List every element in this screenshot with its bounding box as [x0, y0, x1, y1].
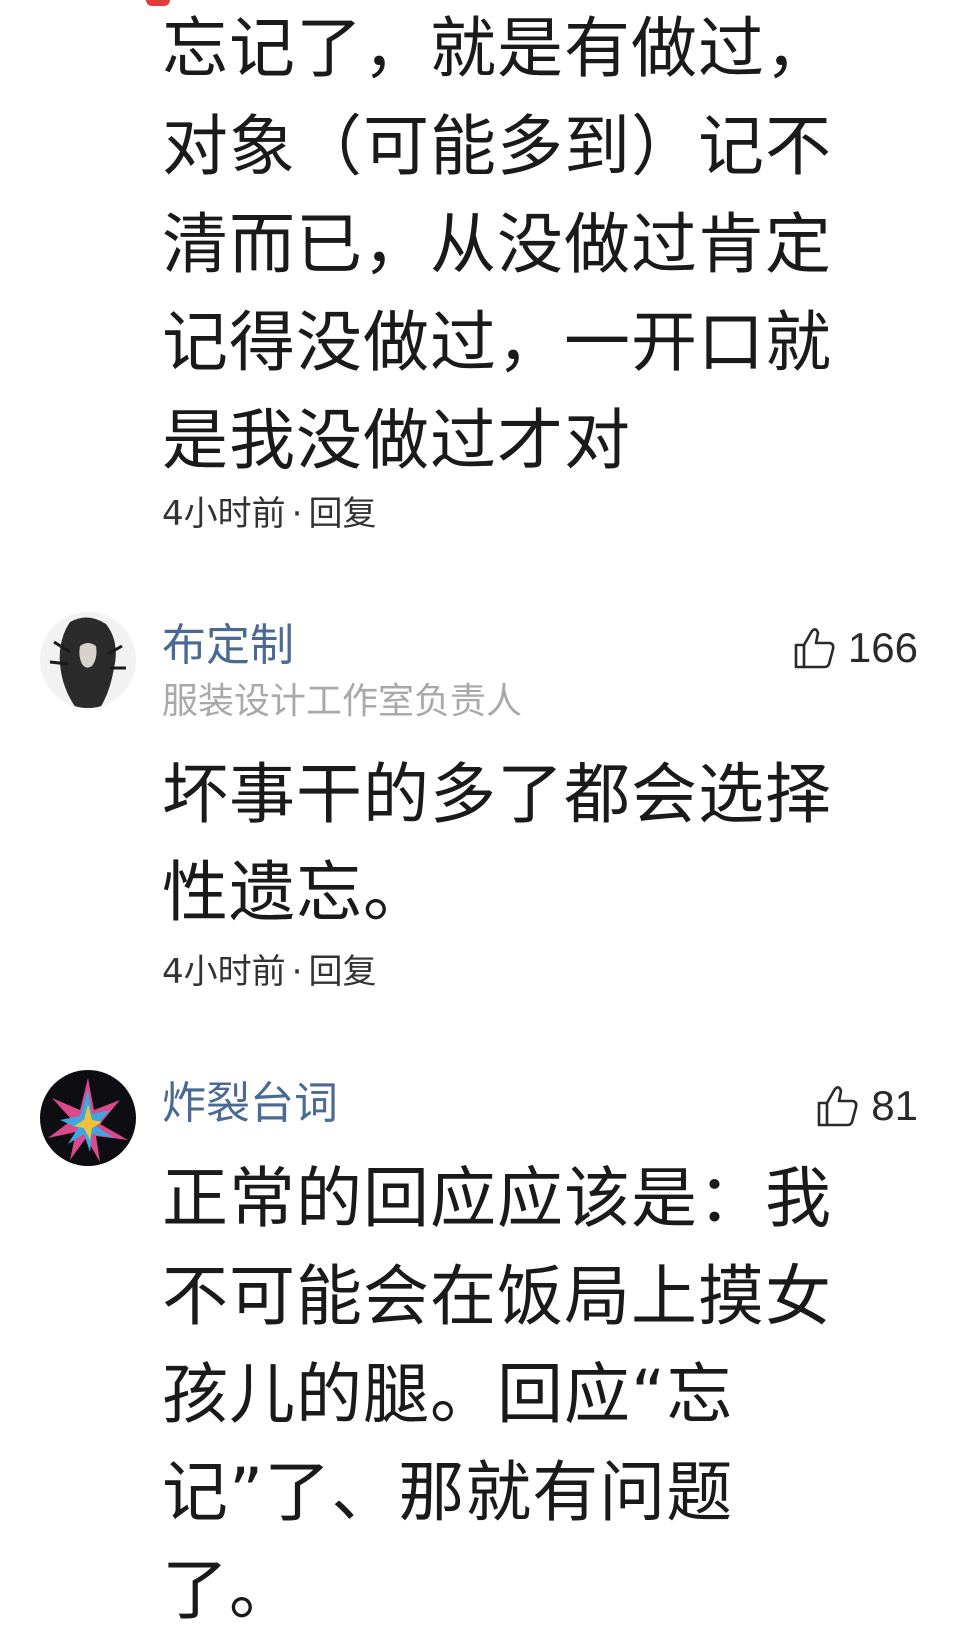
avatar[interactable] — [40, 612, 136, 708]
avatar-image — [40, 1070, 136, 1166]
username[interactable]: 布定制 — [162, 620, 294, 672]
thumbs-up-icon — [817, 1086, 858, 1127]
comment-meta: 4小时前 · 回复 — [162, 494, 376, 534]
avatar-image — [40, 612, 136, 708]
like-button[interactable]: 166 — [792, 624, 918, 672]
like-button[interactable]: 81 — [815, 1082, 918, 1130]
like-count: 81 — [871, 1082, 918, 1129]
meta-separator: · — [291, 952, 303, 992]
comment-time: 4小时前 — [162, 494, 286, 534]
comment-meta: 4小时前 · 回复 — [162, 952, 376, 992]
user-subtitle: 服装设计工作室负责人 — [162, 681, 523, 722]
avatar[interactable] — [40, 1070, 136, 1166]
comment-text: 忘记了，就是有做过， 对象（可能多到）记不 清而已，从没做过肯定 记得没做过，一… — [162, 10, 832, 479]
reply-link[interactable]: 回复 — [308, 952, 376, 992]
comment-text: 正常的回应应该是：我 不可能会在饭局上摸女 孩儿的腿。回应“忘 记”了、那就有问… — [162, 1160, 832, 1629]
thumbs-up-icon — [794, 628, 835, 669]
reply-link[interactable]: 回复 — [308, 494, 376, 534]
meta-separator: · — [291, 494, 303, 534]
comment-time: 4小时前 — [162, 952, 286, 992]
comment-text: 坏事干的多了都会选择 性遗忘。 — [162, 756, 832, 931]
like-count: 166 — [847, 624, 918, 671]
username[interactable]: 炸裂台词 — [162, 1078, 338, 1130]
